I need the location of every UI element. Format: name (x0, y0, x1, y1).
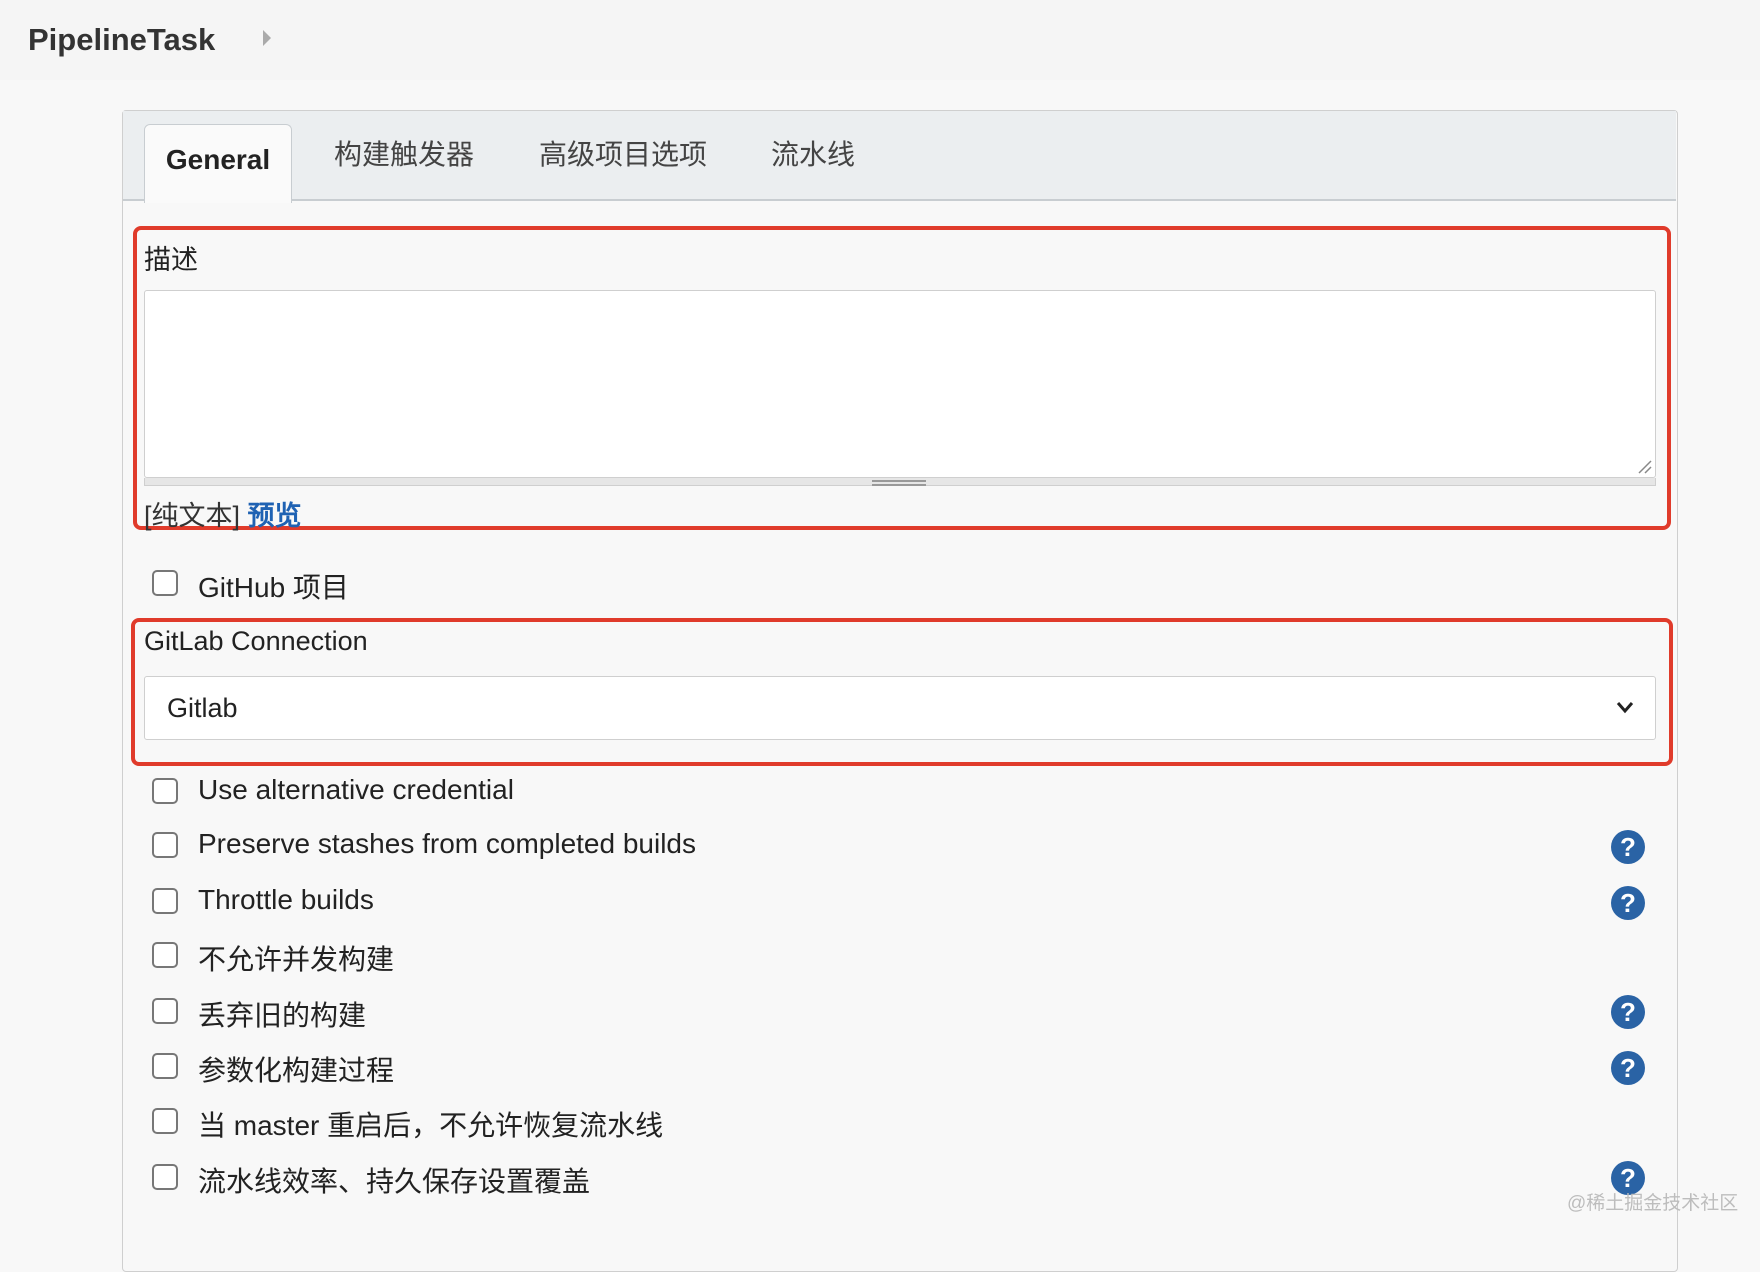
no-resume-label[interactable]: 当 master 重启后，不允许恢复流水线 (198, 1104, 663, 1144)
throttle-builds-checkbox[interactable] (152, 888, 178, 914)
description-label: 描述 (144, 245, 198, 275)
parameterized-label[interactable]: 参数化构建过程 (198, 1049, 394, 1089)
preserve-stashes-checkbox[interactable] (152, 832, 178, 858)
tab-build-triggers[interactable]: 构建触发器 (334, 111, 474, 199)
no-resume-checkbox[interactable] (152, 1108, 178, 1134)
tab-bar: General 构建触发器 高级项目选项 流水线 (123, 111, 1676, 203)
github-project-label[interactable]: GitHub 项目 (198, 566, 349, 606)
grip-lines-icon (872, 480, 926, 486)
discard-old-label[interactable]: 丢弃旧的构建 (198, 994, 366, 1034)
preview-link[interactable]: 预览 (248, 501, 302, 531)
resize-handle-icon[interactable] (1636, 458, 1652, 474)
discard-old-help-icon[interactable]: ? (1611, 995, 1645, 1029)
tab-advanced-options[interactable]: 高级项目选项 (539, 111, 707, 199)
format-note: [纯文本] 预览 (144, 494, 302, 533)
alt-credential-label[interactable]: Use alternative credential (198, 774, 514, 806)
breadcrumb-chevron-icon[interactable] (263, 30, 271, 46)
gitlab-connection-select[interactable]: Gitlab (144, 676, 1656, 740)
description-textarea[interactable] (144, 290, 1656, 478)
no-concurrent-label[interactable]: 不允许并发构建 (198, 938, 394, 978)
throttle-builds-label[interactable]: Throttle builds (198, 884, 374, 916)
top-bar: PipelineTask (0, 0, 1760, 80)
alt-credential-checkbox[interactable] (152, 778, 178, 804)
tab-pipeline[interactable]: 流水线 (771, 111, 855, 199)
gitlab-connection-label: GitLab Connection (144, 626, 368, 656)
preserve-stashes-help-icon[interactable]: ? (1611, 830, 1645, 864)
no-concurrent-checkbox[interactable] (152, 942, 178, 968)
gitlab-connection-value: Gitlab (167, 693, 238, 723)
parameterized-checkbox[interactable] (152, 1053, 178, 1079)
discard-old-checkbox[interactable] (152, 998, 178, 1024)
parameterized-help-icon[interactable]: ? (1611, 1051, 1645, 1085)
watermark: @稀土掘金技术社区 (1567, 1193, 1739, 1214)
throttle-builds-help-icon[interactable]: ? (1611, 886, 1645, 920)
breadcrumb-title[interactable]: PipelineTask (28, 22, 215, 58)
durability-override-label[interactable]: 流水线效率、持久保存设置覆盖 (198, 1160, 590, 1200)
tab-general[interactable]: General (144, 124, 292, 203)
plain-text-label: [纯文本] (144, 501, 241, 531)
github-project-checkbox[interactable] (152, 570, 178, 596)
durability-override-checkbox[interactable] (152, 1164, 178, 1190)
chevron-down-icon (1616, 702, 1634, 714)
preserve-stashes-label[interactable]: Preserve stashes from completed builds (198, 828, 696, 860)
